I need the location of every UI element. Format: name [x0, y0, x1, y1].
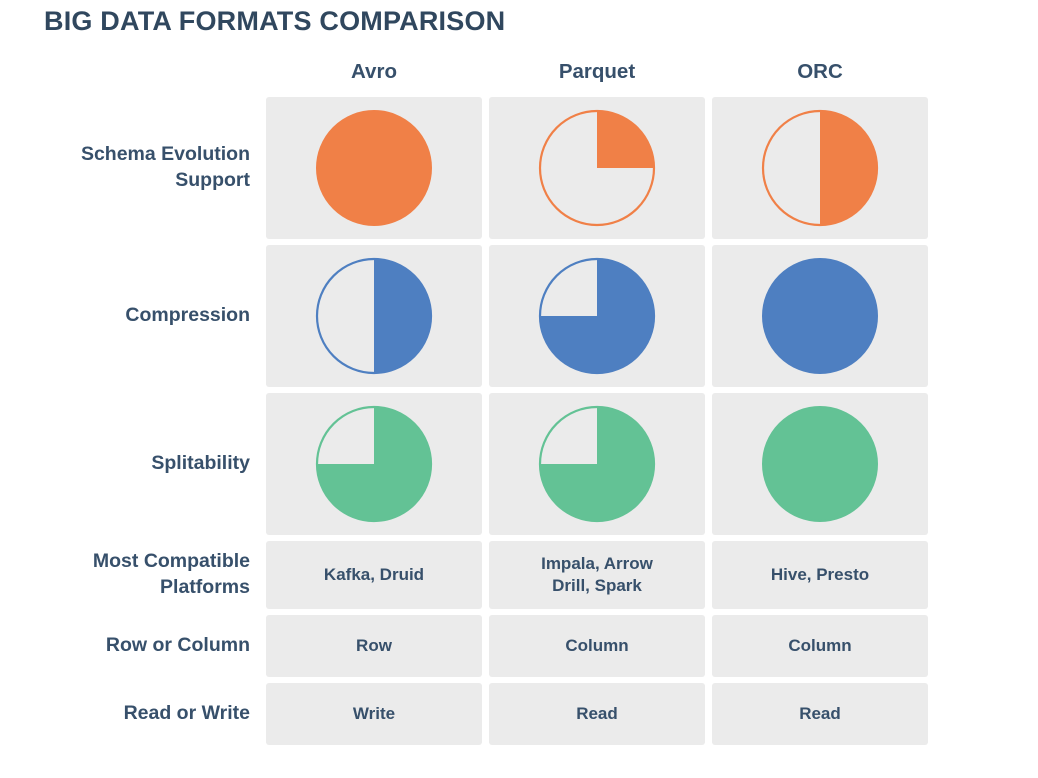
- column-header-parquet: Parquet: [558, 60, 636, 83]
- cell-platforms-orc: Hive, Presto: [712, 541, 928, 609]
- cell-read-or-write-parquet: Read: [489, 683, 705, 745]
- table-row: Splitability: [0, 393, 1038, 535]
- table-row: Compression: [0, 245, 1038, 387]
- cell-splitability-parquet: [489, 393, 705, 535]
- table-header-row: Avro Parquet ORC: [0, 47, 1038, 97]
- page-title: BIG DATA FORMATS COMPARISON: [44, 6, 506, 36]
- cell-row-or-column-orc: Column: [712, 615, 928, 677]
- pie-chart-icon: [762, 406, 878, 522]
- table-row: Read or Write Write Read Read: [0, 683, 1038, 745]
- cell-row-or-column-avro: Row: [266, 615, 482, 677]
- pie-chart-icon: [538, 405, 656, 523]
- cell-schema-evolution-orc: [712, 97, 928, 239]
- table-row: Row or Column Row Column Column: [0, 615, 1038, 677]
- cell-platforms-avro: Kafka, Druid: [266, 541, 482, 609]
- cell-read-or-write-avro: Write: [266, 683, 482, 745]
- table-row: Schema Evolution Support: [0, 97, 1038, 239]
- row-label-read-or-write: Read or Write: [123, 702, 250, 725]
- column-header-orc: ORC: [797, 60, 843, 83]
- cell-row-or-column-parquet: Column: [489, 615, 705, 677]
- cell-splitability-orc: [712, 393, 928, 535]
- cell-compression-orc: [712, 245, 928, 387]
- cell-splitability-avro: [266, 393, 482, 535]
- cell-compression-parquet: [489, 245, 705, 387]
- row-label-splitability: Splitability: [151, 452, 250, 475]
- pie-chart-icon: [538, 109, 656, 227]
- row-label-most-compatible-platforms: Most Compatible Platforms: [92, 550, 250, 598]
- pie-chart-icon: [316, 110, 432, 226]
- pie-chart-icon: [761, 109, 879, 227]
- column-header-avro: Avro: [351, 60, 397, 83]
- cell-schema-evolution-avro: [266, 97, 482, 239]
- cell-read-or-write-orc: Read: [712, 683, 928, 745]
- cell-schema-evolution-parquet: [489, 97, 705, 239]
- row-label-row-or-column: Row or Column: [105, 634, 250, 657]
- cell-platforms-parquet: Impala, Arrow Drill, Spark: [489, 541, 705, 609]
- row-label-schema-evolution-support: Schema Evolution Support: [80, 143, 250, 191]
- table-row: Most Compatible Platforms Kafka, Druid I…: [0, 541, 1038, 609]
- pie-chart-icon: [538, 257, 656, 375]
- pie-chart-icon: [762, 258, 878, 374]
- pie-chart-icon: [315, 405, 433, 523]
- row-label-compression: Compression: [125, 304, 250, 327]
- comparison-grid: Avro Parquet ORC Schema Evolution Suppor…: [0, 47, 1038, 751]
- cell-compression-avro: [266, 245, 482, 387]
- pie-chart-icon: [315, 257, 433, 375]
